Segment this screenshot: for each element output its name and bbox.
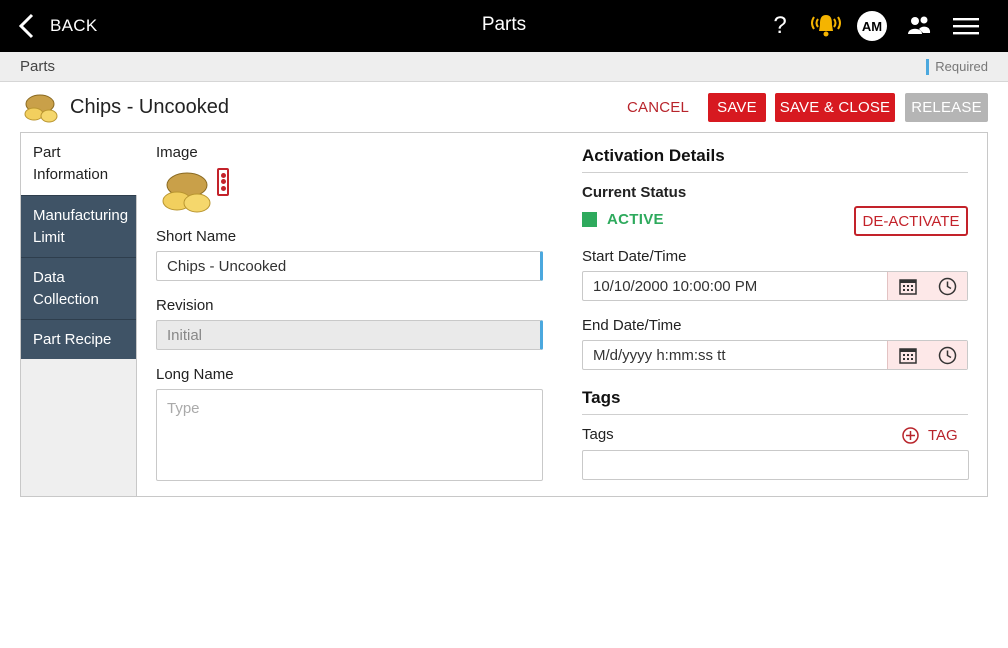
end-datetime-pickers — [887, 341, 967, 369]
image-label: Image — [156, 144, 198, 161]
part-details-panel: Part Information Manufacturing Limit Dat… — [20, 132, 988, 497]
status-badge: ACTIVE — [582, 211, 664, 228]
nav-part-information[interactable]: Part Information — [21, 133, 136, 195]
clock-icon[interactable] — [938, 346, 957, 365]
revision-label: Revision — [156, 297, 214, 314]
side-navigation: Part Information Manufacturing Limit Dat… — [21, 133, 136, 496]
nav-divider — [136, 195, 137, 496]
users-icon[interactable] — [904, 0, 934, 52]
long-name-placeholder: Type — [167, 400, 200, 417]
help-icon[interactable]: ? — [770, 0, 790, 52]
potato-chips-icon — [24, 94, 58, 123]
breadcrumb[interactable]: Parts — [20, 58, 55, 75]
nav-data-collection[interactable]: Data Collection — [21, 257, 136, 319]
alarm-bell-icon[interactable] — [808, 0, 844, 52]
activation-divider — [582, 172, 968, 173]
start-datetime-label: Start Date/Time — [582, 248, 687, 265]
short-name-input[interactable]: Chips - Uncooked — [156, 251, 543, 281]
top-app-bar: BACK Parts ? AM — [0, 0, 1008, 52]
long-name-textarea[interactable]: Type — [156, 389, 543, 481]
clock-icon[interactable] — [938, 277, 957, 296]
part-image-thumbnail[interactable] — [159, 167, 217, 215]
end-datetime-input[interactable]: M/d/yyyy h:mm:ss tt — [582, 340, 968, 370]
status-value: ACTIVE — [607, 211, 664, 228]
end-datetime-placeholder: M/d/yyyy h:mm:ss tt — [593, 347, 726, 364]
tags-label: Tags — [582, 426, 614, 443]
activation-details-title: Activation Details — [582, 146, 725, 165]
save-button[interactable]: SAVE — [708, 93, 766, 122]
user-avatar[interactable]: AM — [857, 0, 887, 52]
add-tag-label: TAG — [928, 427, 958, 444]
start-datetime-pickers — [887, 272, 967, 300]
start-datetime-value: 10/10/2000 10:00:00 PM — [593, 278, 758, 295]
required-legend: Required — [926, 59, 988, 75]
revision-input: Initial — [156, 320, 543, 350]
end-datetime-label: End Date/Time — [582, 317, 682, 334]
status-indicator — [582, 212, 597, 227]
breadcrumb-bar: Parts Required — [0, 52, 1008, 82]
page-title: Chips - Uncooked — [70, 96, 229, 118]
hamburger-menu-icon[interactable] — [952, 0, 980, 52]
deactivate-button[interactable]: DE-ACTIVATE — [854, 206, 968, 236]
release-button[interactable]: RELEASE — [905, 93, 988, 122]
tags-divider — [582, 414, 968, 415]
tags-section-title: Tags — [582, 388, 621, 407]
current-status-label: Current Status — [582, 184, 687, 201]
cancel-button[interactable]: CANCEL — [622, 93, 694, 122]
start-datetime-input[interactable]: 10/10/2000 10:00:00 PM — [582, 271, 968, 301]
image-options-icon[interactable] — [217, 168, 229, 196]
calendar-icon[interactable] — [898, 347, 917, 364]
save-and-close-button[interactable]: SAVE & CLOSE — [775, 93, 895, 122]
calendar-icon[interactable] — [898, 278, 917, 295]
tags-input[interactable] — [582, 450, 969, 480]
long-name-label: Long Name — [156, 366, 234, 383]
avatar-initials: AM — [857, 11, 887, 41]
plus-circle-icon — [902, 427, 919, 444]
add-tag-button[interactable]: TAG — [902, 427, 958, 444]
nav-part-recipe[interactable]: Part Recipe — [21, 319, 136, 359]
nav-manufacturing-limit[interactable]: Manufacturing Limit — [21, 195, 136, 257]
short-name-label: Short Name — [156, 228, 237, 245]
